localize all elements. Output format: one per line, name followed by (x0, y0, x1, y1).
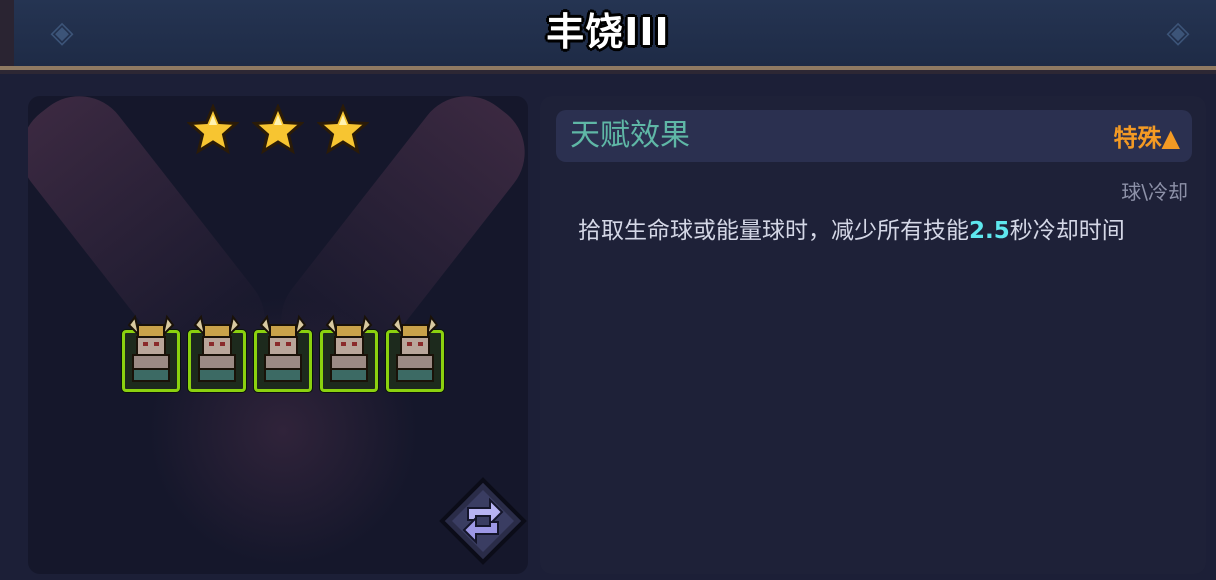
talent-description: 拾取生命球或能量球时，减少所有技能2.5秒冷却时间 (578, 216, 1178, 247)
horned-warrior-icon (193, 314, 241, 382)
horned-warrior-icon (259, 314, 307, 382)
unit-card[interactable] (188, 314, 246, 392)
swap-arrows-icon[interactable] (438, 476, 528, 566)
talent-type-toggle[interactable]: 特殊▲ (1114, 110, 1180, 166)
star-icon (252, 104, 304, 155)
star-icon (317, 104, 370, 155)
desc-text-before: 拾取生命球或能量球时，减少所有技能 (578, 218, 969, 244)
unit-row (122, 310, 444, 392)
banner-trim-shadow (0, 70, 1216, 74)
desc-text-after: 秒冷却时间 (1009, 218, 1125, 244)
unit-card[interactable] (122, 314, 180, 392)
page-title: 丰饶III (546, 10, 670, 54)
unit-preview-panel (28, 96, 528, 574)
unit-card[interactable] (254, 314, 312, 392)
unit-card[interactable] (320, 314, 378, 392)
horned-warrior-icon (391, 314, 439, 382)
talent-panel: 天赋效果 特殊▲ 球\冷却 拾取生命球或能量球时，减少所有技能2.5秒冷却时间 (540, 96, 1206, 574)
horned-warrior-icon (127, 314, 175, 382)
star-icon (186, 104, 239, 155)
star-rating (28, 104, 528, 160)
horned-warrior-icon (325, 314, 373, 382)
talent-tag: 球\冷却 (1121, 180, 1188, 204)
unit-card[interactable] (386, 314, 444, 392)
desc-highlight-value: 2.5 (969, 218, 1010, 244)
talent-section-title: 天赋效果 (570, 118, 690, 153)
talent-header: 天赋效果 特殊▲ (556, 110, 1192, 162)
